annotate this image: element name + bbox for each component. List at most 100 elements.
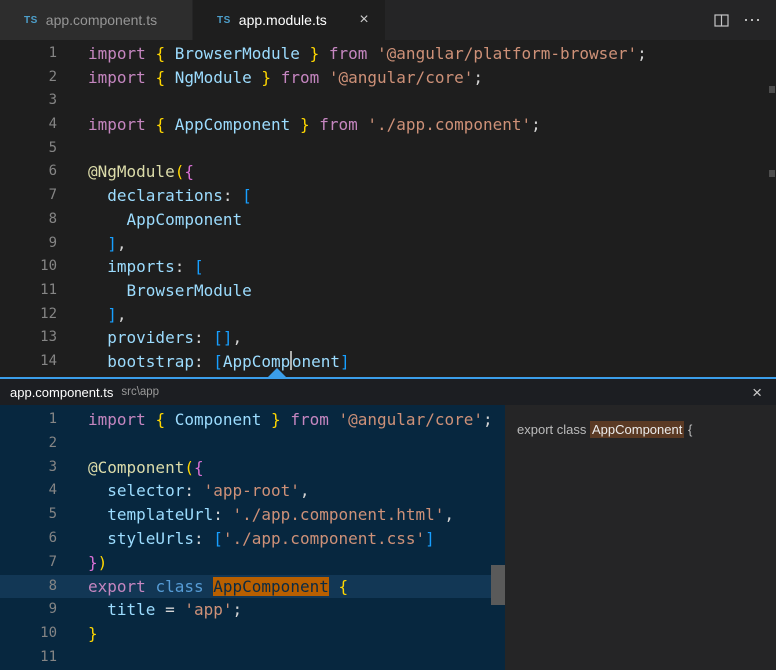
code-text: @Component({ bbox=[57, 456, 204, 480]
line-number: 10 bbox=[0, 255, 57, 279]
code-text: providers: [], bbox=[57, 326, 242, 350]
peek-body: 1import { Component } from '@angular/cor… bbox=[0, 405, 776, 670]
code-text: @NgModule({ bbox=[57, 160, 194, 184]
code-line[interactable]: 8export class AppComponent { bbox=[0, 575, 505, 599]
line-number: 11 bbox=[0, 279, 57, 303]
code-line[interactable]: 4import { AppComponent } from './app.com… bbox=[0, 113, 776, 137]
code-text: }) bbox=[57, 551, 107, 575]
tab-app-module[interactable]: TS app.module.ts × bbox=[193, 0, 386, 40]
line-number: 4 bbox=[0, 113, 57, 137]
peek-file-path: src\app bbox=[121, 386, 159, 398]
code-line[interactable]: 11 BrowserModule bbox=[0, 279, 776, 303]
close-tab-icon[interactable]: × bbox=[355, 11, 373, 29]
line-number: 7 bbox=[0, 551, 57, 575]
code-line[interactable]: 7}) bbox=[0, 551, 505, 575]
overview-ruler-mark bbox=[769, 170, 775, 177]
tab-bar: TS app.component.ts TS app.module.ts × ⋯ bbox=[0, 0, 776, 40]
line-number: 10 bbox=[0, 622, 57, 646]
peek-results-list: export class AppComponent { bbox=[505, 405, 776, 670]
peek-code: 1import { Component } from '@angular/cor… bbox=[0, 408, 505, 670]
peek-close-icon[interactable]: × bbox=[748, 384, 766, 401]
code-line[interactable]: 5 templateUrl: './app.component.html', bbox=[0, 503, 505, 527]
code-text bbox=[57, 89, 88, 113]
peek-definition-view: app.component.ts src\app × 1import { Com… bbox=[0, 377, 776, 670]
line-number: 8 bbox=[0, 575, 57, 599]
peek-header: app.component.ts src\app × bbox=[0, 379, 776, 405]
line-number: 5 bbox=[0, 503, 57, 527]
editor-actions: ⋯ bbox=[700, 0, 776, 40]
code-line[interactable]: 5 bbox=[0, 137, 776, 161]
code-text: ], bbox=[57, 232, 127, 256]
code-line[interactable]: 13 providers: [], bbox=[0, 326, 776, 350]
result-prefix: export class bbox=[517, 422, 590, 437]
code-text: import { AppComponent } from './app.comp… bbox=[57, 113, 541, 137]
line-number: 9 bbox=[0, 598, 57, 622]
line-number: 3 bbox=[0, 89, 57, 113]
line-number: 14 bbox=[0, 350, 57, 374]
code-text: export class AppComponent { bbox=[57, 575, 348, 599]
code-text: AppComponent bbox=[57, 208, 242, 232]
code-line[interactable]: 12 ], bbox=[0, 303, 776, 327]
line-number: 5 bbox=[0, 137, 57, 161]
line-number: 1 bbox=[0, 42, 57, 66]
line-number: 1 bbox=[0, 408, 57, 432]
code-line[interactable]: 1import { Component } from '@angular/cor… bbox=[0, 408, 505, 432]
code-text bbox=[57, 137, 88, 161]
more-actions-button[interactable]: ⋯ bbox=[743, 10, 762, 31]
code-text: imports: [ bbox=[57, 255, 204, 279]
code-text bbox=[57, 432, 88, 456]
peek-scrollbar-thumb[interactable] bbox=[491, 565, 505, 605]
line-number: 11 bbox=[0, 646, 57, 670]
line-number: 2 bbox=[0, 66, 57, 90]
code-line[interactable]: 3@Component({ bbox=[0, 456, 505, 480]
result-match-highlight: AppComponent bbox=[590, 421, 684, 438]
overview-ruler-mark bbox=[769, 86, 775, 93]
tab-label: app.module.ts bbox=[239, 12, 347, 28]
tab-label: app.component.ts bbox=[46, 12, 180, 28]
code-line[interactable]: 2import { NgModule } from '@angular/core… bbox=[0, 66, 776, 90]
code-line[interactable]: 4 selector: 'app-root', bbox=[0, 479, 505, 503]
code-line[interactable]: 3 bbox=[0, 89, 776, 113]
code-line[interactable]: 9 ], bbox=[0, 232, 776, 256]
code-line[interactable]: 14 bootstrap: [AppComponent] bbox=[0, 350, 776, 374]
peek-editor[interactable]: 1import { Component } from '@angular/cor… bbox=[0, 405, 505, 670]
line-number: 3 bbox=[0, 456, 57, 480]
editor-app-module[interactable]: 1import { BrowserModule } from '@angular… bbox=[0, 40, 776, 670]
typescript-file-icon: TS bbox=[24, 15, 38, 26]
code-line[interactable]: 7 declarations: [ bbox=[0, 184, 776, 208]
code-text: styleUrls: ['./app.component.css'] bbox=[57, 527, 435, 551]
split-editor-button[interactable] bbox=[714, 13, 729, 28]
line-number: 6 bbox=[0, 160, 57, 184]
code-text: BrowserModule bbox=[57, 279, 252, 303]
peek-file-title: app.component.ts bbox=[10, 385, 113, 400]
peek-result-item[interactable]: export class AppComponent { bbox=[505, 418, 776, 440]
line-number: 8 bbox=[0, 208, 57, 232]
code-line[interactable]: 6 styleUrls: ['./app.component.css'] bbox=[0, 527, 505, 551]
result-suffix: { bbox=[684, 422, 692, 437]
line-number: 9 bbox=[0, 232, 57, 256]
code-line[interactable]: 11 bbox=[0, 646, 505, 670]
code-line[interactable]: 6@NgModule({ bbox=[0, 160, 776, 184]
code-line[interactable]: 2 bbox=[0, 432, 505, 456]
peek-anchor-arrow bbox=[268, 368, 286, 377]
code-line[interactable]: 9 title = 'app'; bbox=[0, 598, 505, 622]
tab-app-component[interactable]: TS app.component.ts bbox=[0, 0, 193, 40]
code-line[interactable]: 8 AppComponent bbox=[0, 208, 776, 232]
code-text: templateUrl: './app.component.html', bbox=[57, 503, 454, 527]
code-text: ], bbox=[57, 303, 127, 327]
code-line[interactable]: 10 imports: [ bbox=[0, 255, 776, 279]
code-text: selector: 'app-root', bbox=[57, 479, 310, 503]
line-number: 7 bbox=[0, 184, 57, 208]
line-number: 6 bbox=[0, 527, 57, 551]
code-line[interactable]: 1import { BrowserModule } from '@angular… bbox=[0, 42, 776, 66]
line-number: 13 bbox=[0, 326, 57, 350]
code-line[interactable]: 10} bbox=[0, 622, 505, 646]
code-text bbox=[57, 646, 88, 670]
code-text: import { NgModule } from '@angular/core'… bbox=[57, 66, 483, 90]
definition-match-highlight: AppComponent bbox=[213, 577, 329, 596]
code-text: import { BrowserModule } from '@angular/… bbox=[57, 42, 647, 66]
line-number: 2 bbox=[0, 432, 57, 456]
code-text: declarations: [ bbox=[57, 184, 252, 208]
code-text: title = 'app'; bbox=[57, 598, 242, 622]
main-code: 1import { BrowserModule } from '@angular… bbox=[0, 40, 776, 374]
